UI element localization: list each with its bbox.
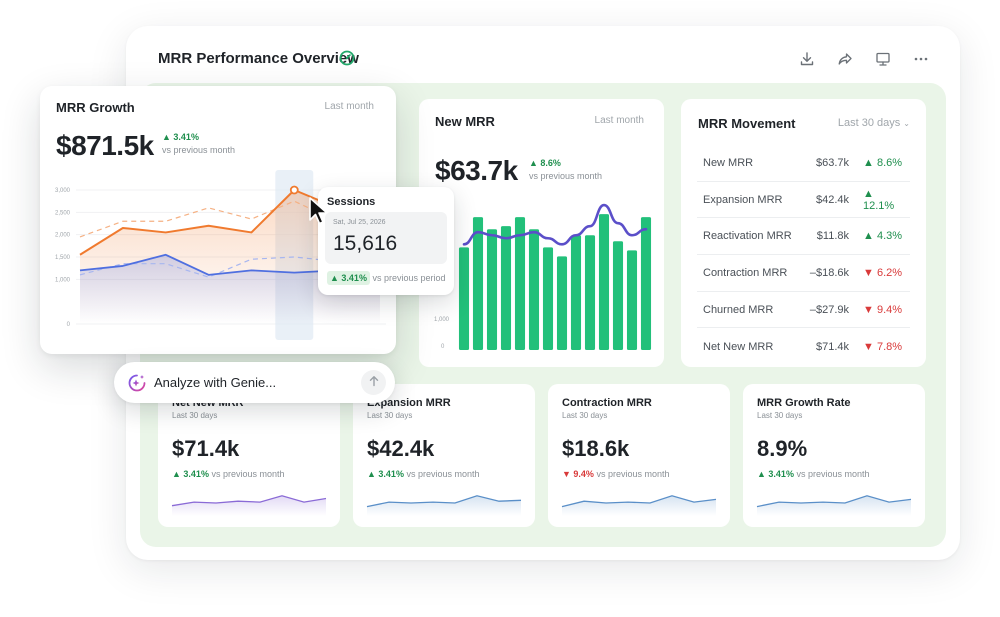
kpi-value: $71.4k [172, 436, 240, 461]
tooltip-title: Sessions [327, 196, 376, 208]
kpi-subtitle: Last 30 days [562, 411, 608, 420]
kpi-card[interactable]: Contraction MRR Last 30 days $18.6k ▼ 9.4% … [548, 384, 730, 527]
kpi-sparkline [366, 495, 522, 516]
kpi-delta: ▼ 9.4% vs previous month [562, 469, 670, 479]
movement-row-label: Net New MRR [703, 340, 774, 353]
analyze-with-genie-input[interactable]: Analyze with Genie... [114, 362, 395, 403]
kpi-delta: ▲ 3.41% vs previous month [367, 469, 480, 479]
tooltip-date: Sat, Jul 25, 2026 [333, 219, 386, 226]
movement-row: New MRR $63.7k ▲ 8.6% [697, 145, 910, 182]
movement-range-select[interactable]: Last 30 days ⌄ [838, 117, 910, 129]
window-title: MRR Performance Overview [158, 50, 359, 67]
kpi-subtitle: Last 30 days [757, 411, 803, 420]
share-icon[interactable] [834, 48, 856, 70]
tooltip-delta: ▲ 3.41% vs previous period [327, 271, 446, 285]
movement-row-label: Reactivation MRR [703, 230, 792, 243]
movement-row-value: –$18.6k [809, 266, 849, 279]
bar [556, 256, 568, 350]
kpi-card[interactable]: Net New MRR Last 30 days $71.4k ▲ 3.41% vs … [158, 384, 340, 527]
kpi-card[interactable]: MRR Growth Rate Last 30 days 8.9% ▲ 3.41% v… [743, 384, 925, 527]
y-tick-label: 0 [67, 322, 71, 328]
movement-row: Net New MRR $71.4k ▼ 7.8% [697, 328, 910, 365]
movement-row: Reactivation MRR $11.8k ▲ 4.3% [697, 218, 910, 256]
download-icon[interactable] [796, 48, 818, 70]
bar [500, 226, 512, 350]
kpi-subtitle: Last 30 days [172, 411, 218, 420]
movement-row-value: $42.4k [815, 193, 849, 206]
movement-row-delta: ▲ 4.3% [863, 230, 903, 243]
new-mrr-card[interactable]: New MRR Last month $63.7k ▲ 8.6% vs prev… [419, 99, 664, 367]
movement-row-value: $11.8k [816, 230, 849, 243]
movement-row-label: Churned MRR [703, 303, 774, 316]
bar [528, 229, 540, 350]
bar [458, 247, 470, 350]
y-tick-label: 1,500 [55, 255, 71, 261]
bar [570, 235, 582, 350]
kpi-value: $42.4k [367, 436, 435, 461]
movement-table: New MRR $63.7k ▲ 8.6% Expansion MRR $42.4k ▲ … [697, 145, 910, 365]
bar [584, 235, 596, 350]
kpi-card[interactable]: Expansion MRR Last 30 days $42.4k ▲ 3.41% v… [353, 384, 535, 527]
movement-row-delta: ▲ 12.1% [863, 187, 895, 212]
window-toolbar [796, 48, 932, 70]
kpi-value: $18.6k [562, 436, 630, 461]
y-tick-label: 3,000 [55, 188, 71, 194]
bar [472, 217, 484, 350]
movement-row-delta: ▼ 7.8% [863, 340, 903, 353]
movement-row-delta: ▼ 6.2% [863, 266, 903, 279]
tooltip-value-box: Sat, Jul 25, 2026 15,616 [325, 212, 447, 264]
tooltip-value: 15,616 [333, 232, 398, 255]
new-mrr-chart [458, 203, 652, 350]
kpi-delta: ▲ 3.41% vs previous month [757, 469, 870, 479]
bar [626, 250, 638, 350]
movement-row: Churned MRR –$27.9k ▼ 9.4% [697, 292, 910, 329]
bar [640, 217, 652, 350]
y-tick-label: 2,000 [55, 233, 71, 239]
bar [486, 229, 498, 350]
genie-label: Analyze with Genie... [154, 375, 277, 390]
movement-row-value: –$27.9k [809, 303, 849, 316]
kpi-title: MRR Growth Rate [757, 397, 851, 409]
kpi-value: 8.9% [757, 436, 808, 461]
gauge-icon [339, 50, 355, 71]
mrr-movement-card: MRR Movement Last 30 days ⌄ New MRR $63.7… [681, 99, 926, 367]
movement-row-delta: ▲ 8.6% [863, 156, 903, 169]
movement-row: Expansion MRR $42.4k ▲ 12.1% [697, 182, 910, 219]
kpi-sparkline [561, 495, 717, 516]
movement-row-label: New MRR [703, 156, 754, 169]
bar [612, 241, 624, 350]
kpi-sparkline [171, 495, 327, 516]
sparkle-icon [127, 373, 147, 398]
movement-row-value: $71.4k [815, 340, 849, 353]
sessions-tooltip: Sessions Sat, Jul 25, 2026 15,616 ▲ 3.41… [318, 187, 454, 295]
mouse-cursor-icon [308, 196, 330, 231]
movement-title: MRR Movement [698, 116, 796, 131]
movement-row-delta: ▼ 9.4% [863, 303, 903, 316]
bar [514, 217, 526, 350]
kpi-delta: ▲ 3.41% vs previous month [172, 469, 285, 479]
present-icon[interactable] [872, 48, 894, 70]
kpi-title: Contraction MRR [562, 397, 652, 409]
more-icon[interactable] [910, 48, 932, 70]
y-tick-label: 1,000 [55, 277, 71, 283]
bar [542, 247, 554, 350]
arrow-up-icon [368, 374, 380, 392]
movement-row-label: Contraction MRR [703, 266, 788, 279]
highlight-point [289, 185, 299, 195]
movement-row-value: $63.7k [815, 156, 849, 169]
movement-row-label: Expansion MRR [703, 193, 783, 206]
chevron-down-icon: ⌄ [903, 119, 910, 128]
y-tick-label: 2,500 [55, 210, 71, 216]
kpi-sparkline [756, 495, 912, 516]
kpi-subtitle: Last 30 days [367, 411, 413, 420]
send-button[interactable] [361, 370, 386, 395]
movement-row: Contraction MRR –$18.6k ▼ 6.2% [697, 255, 910, 292]
bar [598, 214, 610, 350]
